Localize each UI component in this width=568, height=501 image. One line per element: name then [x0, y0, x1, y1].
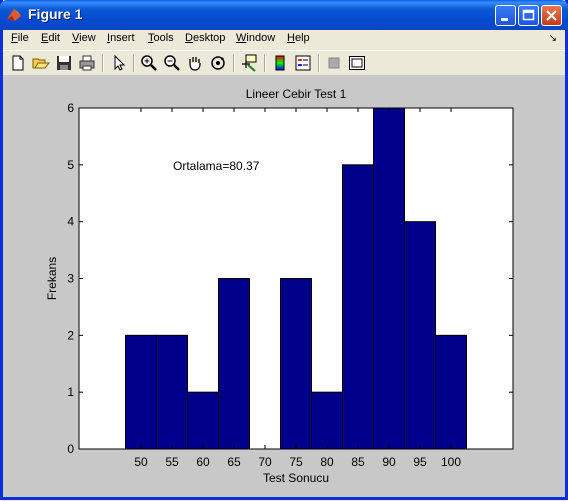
histogram-bar — [373, 107, 405, 450]
figure-window: Figure 1 File Edit View Insert Tools Des… — [0, 0, 568, 500]
x-tick-label: 100 — [441, 455, 461, 469]
histogram-bar — [280, 278, 312, 450]
minimize-icon — [501, 18, 508, 21]
histogram-bar — [435, 334, 467, 450]
histogram-bar — [156, 334, 188, 450]
maximize-icon — [522, 9, 535, 21]
menu-window[interactable]: Window — [236, 32, 275, 44]
x-tick-label: 90 — [382, 455, 396, 469]
y-axis-label: Frekans — [45, 257, 59, 300]
histogram-bar — [218, 278, 250, 450]
dock-arrow-icon[interactable]: ↘ — [549, 33, 557, 44]
histogram-chart: 50 55 60 65 70 75 80 85 90 95 100 0 1 2 3 4 5 6 Lineer C… — [45, 87, 514, 485]
pan-hand-icon[interactable] — [186, 54, 204, 72]
x-tick-label: 65 — [227, 455, 241, 469]
minimize-button[interactable] — [495, 5, 516, 26]
menu-edit[interactable]: Edit — [41, 32, 60, 44]
colorbar-icon[interactable] — [271, 54, 289, 72]
y-tick-label: 4 — [67, 215, 74, 229]
hide-plot-tools-icon[interactable] — [325, 54, 343, 72]
figure-canvas: 50 55 60 65 70 75 80 85 90 95 100 0 1 2 3 4 5 6 Lineer C… — [3, 75, 565, 497]
menu-tools[interactable]: Tools — [148, 32, 174, 44]
y-tick-label: 1 — [67, 385, 74, 399]
x-tick-label: 50 — [134, 455, 148, 469]
menu-bar: File Edit View Insert Tools Desktop Wind… — [3, 30, 565, 49]
histogram-bar — [342, 164, 374, 450]
print-icon[interactable] — [78, 54, 96, 72]
zoom-out-icon[interactable] — [163, 54, 181, 72]
x-tick-label: 60 — [196, 455, 210, 469]
menu-file[interactable]: File — [11, 32, 29, 44]
close-button[interactable] — [541, 5, 562, 26]
x-tick-label: 95 — [413, 455, 427, 469]
title-bar[interactable]: Figure 1 — [0, 0, 568, 30]
toolbar-separator — [264, 54, 266, 72]
show-plot-tools-icon[interactable] — [348, 54, 366, 72]
x-tick-label: 70 — [258, 455, 272, 469]
histogram-bar — [311, 391, 343, 450]
maximize-button[interactable] — [518, 5, 539, 26]
y-tick-label: 5 — [67, 158, 74, 172]
x-tick-label: 85 — [351, 455, 365, 469]
x-tick-label: 55 — [165, 455, 179, 469]
histogram-bar — [187, 391, 219, 450]
menu-help[interactable]: Help — [287, 32, 310, 44]
x-axis-label: Test Sonucu — [263, 471, 329, 485]
y-tick-label: 3 — [67, 272, 74, 286]
data-cursor-icon[interactable] — [240, 54, 258, 72]
histogram-bar — [404, 221, 436, 450]
pointer-icon[interactable] — [110, 54, 128, 72]
x-tick-label: 80 — [320, 455, 334, 469]
y-tick-label: 2 — [67, 328, 74, 342]
histogram-bar — [125, 334, 157, 450]
figure-toolbar — [3, 50, 565, 76]
toolbar-separator — [233, 54, 235, 72]
legend-icon[interactable] — [294, 54, 312, 72]
toolbar-separator — [318, 54, 320, 72]
y-tick-label: 6 — [67, 101, 74, 115]
new-figure-icon[interactable] — [9, 54, 27, 72]
close-icon — [546, 10, 557, 21]
x-tick-label: 75 — [289, 455, 303, 469]
mean-annotation: Ortalama=80.37 — [173, 159, 260, 173]
y-tick-label: 0 — [67, 442, 74, 456]
window-title: Figure 1 — [28, 6, 83, 22]
menu-insert[interactable]: Insert — [107, 32, 135, 44]
toolbar-separator — [133, 54, 135, 72]
save-icon[interactable] — [55, 54, 73, 72]
rotate-3d-icon[interactable] — [209, 54, 227, 72]
open-file-icon[interactable] — [32, 54, 50, 72]
chart-title: Lineer Cebir Test 1 — [246, 87, 347, 101]
matlab-icon — [7, 9, 21, 21]
toolbar-separator — [102, 54, 104, 72]
menu-desktop[interactable]: Desktop — [185, 32, 225, 44]
menu-view[interactable]: View — [72, 32, 96, 44]
zoom-in-icon[interactable] — [140, 54, 158, 72]
